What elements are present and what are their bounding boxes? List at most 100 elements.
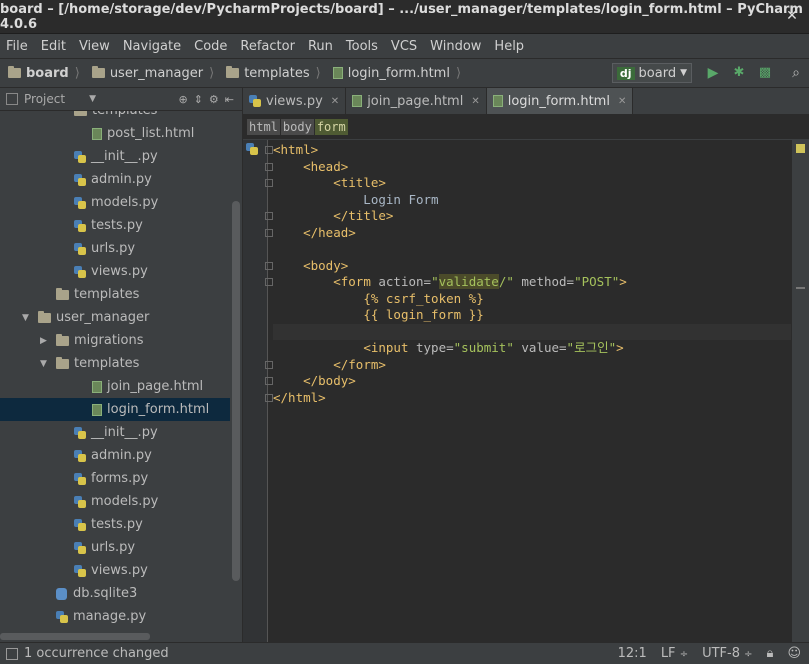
tag-breadcrumb-item[interactable]: html <box>247 119 280 135</box>
tree-item[interactable]: ▼ templates <box>0 352 230 375</box>
tree-scrollbar-thumb[interactable] <box>232 201 240 581</box>
code-line[interactable]: <input type="submit" value="로그인"> <box>273 340 623 357</box>
tree-item[interactable]: ▶ migrations <box>0 329 230 352</box>
code-line[interactable]: <title> <box>273 175 386 192</box>
code-line[interactable]: <body> <box>273 258 348 275</box>
tag-breadcrumb-item[interactable]: form <box>314 119 348 135</box>
debug-icon[interactable]: ✱ <box>731 65 747 81</box>
fold-marker-icon[interactable] <box>265 179 273 187</box>
fold-marker-icon[interactable] <box>265 228 273 237</box>
tree-item[interactable]: __init__.py <box>0 145 230 168</box>
code-editor[interactable]: <html> <head> <title> Login Form </title… <box>243 140 791 642</box>
code-line[interactable]: </form> <box>273 357 386 374</box>
fold-marker-icon[interactable] <box>265 212 273 220</box>
code-line[interactable]: <html> <box>273 142 318 159</box>
code-line[interactable]: </title> <box>273 208 393 225</box>
close-tab-icon[interactable]: ✕ <box>618 96 626 107</box>
lock-icon[interactable]: 🔒︎ <box>767 646 774 661</box>
tree-item[interactable]: ▼ user_manager <box>0 306 230 329</box>
gear-icon[interactable]: ⚙ <box>209 93 219 106</box>
code-line[interactable]: </body> <box>273 373 356 390</box>
project-panel-title[interactable]: Project <box>24 92 65 106</box>
editor-tab[interactable]: join_page.html ✕ <box>346 88 487 114</box>
code-line[interactable]: {{ login_form }} <box>273 307 483 324</box>
fold-marker-icon[interactable] <box>265 261 273 270</box>
stripe-mark[interactable] <box>796 287 805 289</box>
chevron-down-icon[interactable]: ▼ <box>89 94 96 104</box>
tag-breadcrumb-item[interactable]: body <box>280 119 314 135</box>
close-tab-icon[interactable]: ✕ <box>471 96 479 107</box>
menu-window[interactable]: Window <box>424 39 488 54</box>
fold-marker-icon[interactable] <box>265 393 273 402</box>
menu-code[interactable]: Code <box>188 39 234 54</box>
editor-tab[interactable]: views.py ✕ <box>243 88 347 114</box>
code-line[interactable]: Login Form <box>273 192 438 209</box>
hide-panel-icon[interactable]: ⇤ <box>225 93 234 106</box>
fold-marker-icon[interactable] <box>265 146 273 154</box>
code-line[interactable]: <form action="validate/" method="POST"> <box>273 274 627 291</box>
tree-item[interactable]: views.py <box>0 559 230 582</box>
menu-help[interactable]: Help <box>488 39 531 54</box>
fold-marker-icon[interactable] <box>265 162 273 171</box>
fold-marker-icon[interactable] <box>265 377 273 385</box>
analysis-status-icon[interactable] <box>796 144 805 153</box>
tree-item[interactable]: admin.py <box>0 444 230 467</box>
tree-item[interactable]: post_list.html <box>0 122 230 145</box>
expanded-arrow-icon[interactable]: ▼ <box>22 313 32 323</box>
code-token: "submit" <box>453 340 514 355</box>
menu-navigate[interactable]: Navigate <box>117 39 188 54</box>
tree-item[interactable]: views.py <box>0 260 230 283</box>
search-icon[interactable]: ⌕ <box>788 65 804 81</box>
menu-run[interactable]: Run <box>302 39 340 54</box>
code-line[interactable]: </head> <box>273 225 356 242</box>
tree-scrollbar[interactable] <box>232 111 240 619</box>
tool-windows-icon[interactable] <box>6 647 18 660</box>
tree-item[interactable]: db.sqlite3 <box>0 582 230 605</box>
code-line[interactable]: </html> <box>273 390 326 407</box>
menu-edit[interactable]: Edit <box>35 39 73 54</box>
tree-item[interactable]: tests.py <box>0 214 230 237</box>
fold-marker-icon[interactable] <box>265 278 273 286</box>
code-line[interactable]: {% csrf_token %} <box>273 291 483 308</box>
tree-item[interactable]: urls.py <box>0 536 230 559</box>
locate-icon[interactable]: ⊕ <box>178 93 187 106</box>
tree-item[interactable]: admin.py <box>0 168 230 191</box>
tree-item[interactable]: __init__.py <box>0 421 230 444</box>
close-icon[interactable]: ✕ <box>783 7 801 25</box>
menu-vcs[interactable]: VCS <box>385 39 424 54</box>
run-config-select[interactable]: dj board ▼ <box>611 63 692 83</box>
inspector-icon[interactable]: ☺ <box>787 646 801 661</box>
menu-view[interactable]: View <box>73 39 117 54</box>
fold-marker-icon[interactable] <box>265 360 273 369</box>
menu-refactor[interactable]: Refactor <box>234 39 302 54</box>
tree-item[interactable]: urls.py <box>0 237 230 260</box>
tree-item[interactable]: models.py <box>0 490 230 513</box>
code-line[interactable] <box>273 323 791 340</box>
tree-item[interactable]: login_form.html <box>0 398 230 421</box>
breadcrumb-item[interactable]: templates ⟩ <box>218 66 325 81</box>
expanded-arrow-icon[interactable]: ▼ <box>40 359 50 369</box>
editor-tab[interactable]: login_form.html ✕ <box>486 88 634 114</box>
coverage-icon[interactable]: ▩ <box>757 65 773 81</box>
code-line[interactable]: <head> <box>273 159 348 176</box>
tree-item[interactable]: join_page.html <box>0 375 230 398</box>
menu-tools[interactable]: Tools <box>340 39 385 54</box>
breadcrumb-item[interactable]: login_form.html ⟩ <box>325 66 465 81</box>
collapse-all-icon[interactable]: ⇕ <box>194 93 203 106</box>
breadcrumb-item[interactable]: user_manager ⟩ <box>84 66 218 81</box>
menu-file[interactable]: File <box>0 39 35 54</box>
tree-hscrollbar[interactable] <box>0 633 150 640</box>
tree-item[interactable]: tests.py <box>0 513 230 536</box>
tree-item[interactable]: models.py <box>0 191 230 214</box>
collapsed-arrow-icon[interactable]: ▶ <box>40 336 50 346</box>
tree-item[interactable]: templates <box>0 111 230 122</box>
close-tab-icon[interactable]: ✕ <box>331 96 339 107</box>
tree-item[interactable]: manage.py <box>0 605 230 628</box>
breadcrumb-item[interactable]: board ⟩ <box>0 66 84 81</box>
tree-item[interactable]: templates <box>0 283 230 306</box>
run-icon[interactable]: ▶ <box>705 65 721 81</box>
encoding[interactable]: UTF-8 ÷ <box>702 646 752 661</box>
line-separator[interactable]: LF ÷ <box>661 646 688 661</box>
tree-item[interactable]: forms.py <box>0 467 230 490</box>
cursor-position[interactable]: 12:1 <box>618 646 647 661</box>
